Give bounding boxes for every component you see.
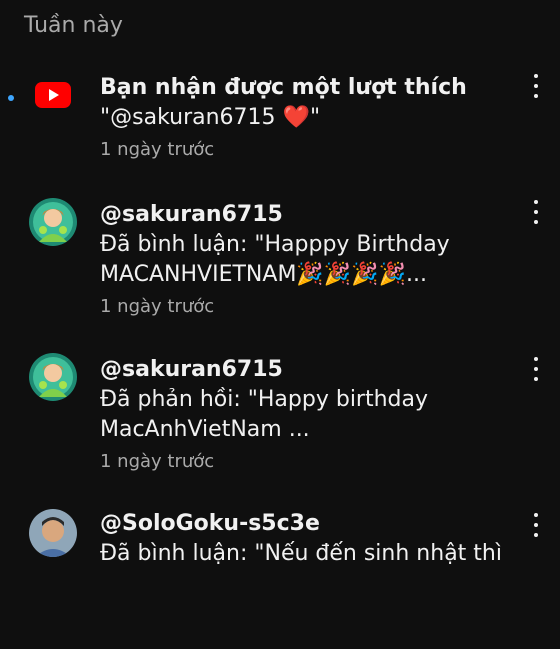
notification-item-like[interactable]: Bạn nhận được một lượt thích "@sakuran67…: [0, 72, 560, 212]
notification-body: "@sakuran6715 ❤️": [100, 103, 520, 133]
notification-time: 1 ngày trước: [100, 139, 215, 160]
notification-body-line-2: MACANHVIETNAM🎉🎉🎉🎉...: [100, 262, 427, 287]
youtube-logo-icon: [35, 82, 71, 108]
notification-body-prefix: "@sakuran6715: [100, 105, 283, 130]
unread-indicator: [8, 95, 14, 101]
more-vertical-icon[interactable]: [532, 513, 540, 537]
avatar: [29, 353, 77, 401]
more-vertical-icon[interactable]: [532, 200, 540, 224]
notification-time: 1 ngày trước: [100, 296, 215, 317]
notification-title: @sakuran6715: [100, 202, 283, 227]
heart-emoji: ❤️: [282, 105, 310, 130]
notification-body-line-1: Đã phản hồi: "Happy birthday: [100, 387, 429, 412]
notification-title: Bạn nhận được một lượt thích: [100, 75, 467, 100]
more-vertical-icon[interactable]: [532, 357, 540, 381]
avatar: [29, 198, 77, 246]
avatar: [29, 509, 77, 557]
notification-item-comment[interactable]: @sakuran6715 Đã bình luận: "Happpy Birth…: [0, 198, 560, 338]
notification-body-suffix: ": [309, 105, 321, 130]
more-vertical-icon[interactable]: [532, 74, 540, 98]
notification-title: @sakuran6715: [100, 357, 283, 382]
notification-item-comment[interactable]: @SoloGoku-s5c3e Đã bình luận: "Nếu đến s…: [0, 509, 560, 649]
notification-body-line-1: Đã bình luận: "Happpy Birthday: [100, 232, 450, 257]
notification-body-line-2: MacAnhVietNam ...: [100, 417, 310, 442]
notification-item-reply[interactable]: @sakuran6715 Đã phản hồi: "Happy birthda…: [0, 353, 560, 493]
notification-title: @SoloGoku-s5c3e: [100, 511, 320, 536]
notification-time: 1 ngày trước: [100, 451, 215, 472]
notification-body-line-1: Đã bình luận: "Nếu đến sinh nhật thì: [100, 541, 502, 566]
section-title: Tuần này: [24, 13, 123, 38]
